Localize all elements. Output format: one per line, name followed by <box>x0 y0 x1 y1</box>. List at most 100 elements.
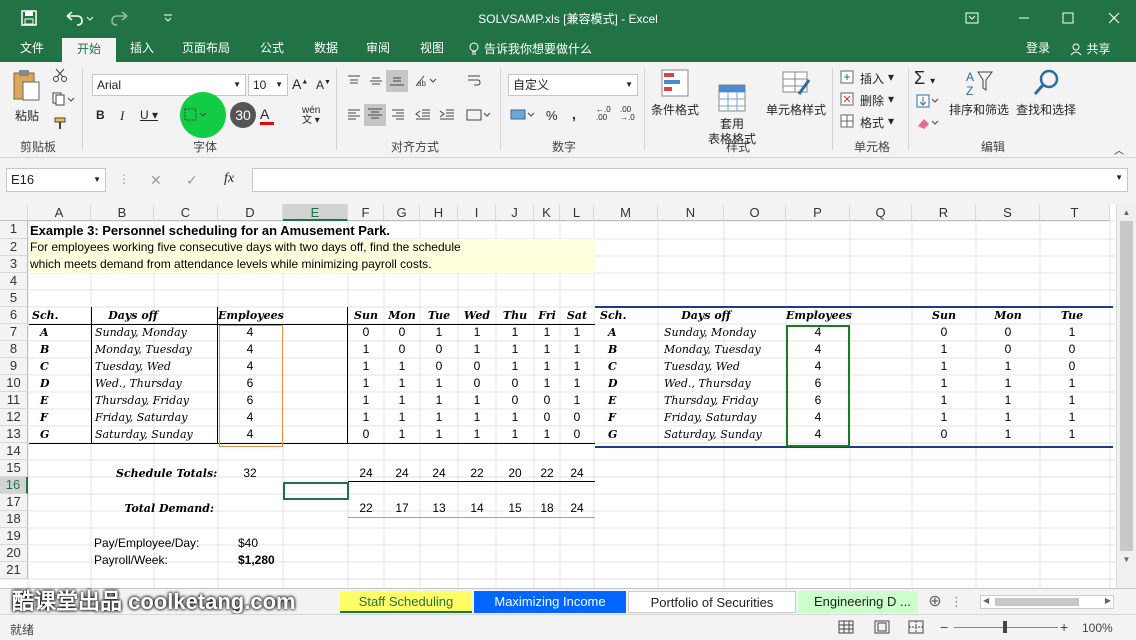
minimize-icon[interactable] <box>1004 0 1044 36</box>
increase-font-icon[interactable]: A▲ <box>292 76 308 92</box>
day-flag-cell[interactable]: 0 <box>496 375 534 392</box>
day-flag-cell[interactable]: 1 <box>534 358 560 375</box>
page-layout-view-icon[interactable] <box>874 620 890 637</box>
tab-home[interactable]: 开始 <box>62 38 116 62</box>
right-day-flag-cell[interactable]: 1 <box>1040 409 1104 426</box>
total-demand-cell[interactable]: 18 <box>534 500 560 517</box>
right-day-flag-cell[interactable]: 1 <box>1040 392 1104 409</box>
day-flag-cell[interactable]: 1 <box>420 409 458 426</box>
vertical-scrollbar[interactable]: ▲ ▼ <box>1116 204 1136 588</box>
day-flag-cell[interactable]: 1 <box>348 341 384 358</box>
zoom-level[interactable]: 100% <box>1082 621 1113 635</box>
find-select-button[interactable]: 查找和选择 <box>1014 68 1078 118</box>
day-flag-cell[interactable]: 1 <box>458 409 496 426</box>
column-header-s[interactable]: S <box>976 204 1040 221</box>
day-flag-cell[interactable]: 0 <box>496 392 534 409</box>
share-button[interactable]: 共享 <box>1062 36 1118 62</box>
right-day-flag-cell[interactable]: 1 <box>912 341 976 358</box>
day-flag-cell[interactable]: 1 <box>458 426 496 443</box>
increase-indent-icon[interactable] <box>438 108 456 125</box>
row-header-12[interactable]: 12 <box>0 409 28 426</box>
right-day-flag-cell[interactable]: 1 <box>912 392 976 409</box>
total-demand-cell[interactable]: 24 <box>560 500 594 517</box>
close-icon[interactable] <box>1094 0 1134 36</box>
right-day-flag-cell[interactable]: 1 <box>976 358 1040 375</box>
row-header-7[interactable]: 7 <box>0 324 28 341</box>
day-flag-cell[interactable]: 1 <box>348 358 384 375</box>
column-header-o[interactable]: O <box>724 204 786 221</box>
day-flag-cell[interactable]: 1 <box>534 426 560 443</box>
right-day-flag-cell[interactable]: 0 <box>976 341 1040 358</box>
day-flag-cell[interactable]: 1 <box>384 358 420 375</box>
zoom-slider-thumb[interactable] <box>1003 621 1007 633</box>
column-header-a[interactable]: A <box>28 204 91 221</box>
column-header-f[interactable]: F <box>348 204 384 221</box>
day-flag-cell[interactable]: 0 <box>348 426 384 443</box>
zoom-in-icon[interactable]: + <box>1060 619 1068 635</box>
cell-styles-button[interactable]: 单元格样式 <box>764 68 828 118</box>
row-header-17[interactable]: 17 <box>0 494 28 511</box>
column-header-k[interactable]: K <box>534 204 560 221</box>
percent-button[interactable]: % <box>546 108 558 123</box>
total-demand-cell[interactable]: 22 <box>348 500 384 517</box>
day-flag-cell[interactable]: 0 <box>560 426 594 443</box>
schedule-total-cell[interactable]: 22 <box>458 465 496 482</box>
row-header-6[interactable]: 6 <box>0 307 28 324</box>
phonetic-icon[interactable]: wén 文 ▾ <box>302 106 320 126</box>
day-flag-cell[interactable]: 0 <box>458 375 496 392</box>
row-header-13[interactable]: 13 <box>0 426 28 443</box>
column-header-c[interactable]: C <box>154 204 218 221</box>
right-day-flag-cell[interactable]: 1 <box>1040 426 1104 443</box>
right-day-flag-cell[interactable]: 0 <box>912 426 976 443</box>
day-flag-cell[interactable]: 0 <box>348 324 384 341</box>
row-header-15[interactable]: 15 <box>0 460 28 477</box>
day-flag-cell[interactable]: 0 <box>458 358 496 375</box>
insert-cells-button[interactable]: 插入 ▾ <box>840 70 894 87</box>
right-day-flag-cell[interactable]: 1 <box>976 375 1040 392</box>
row-header-14[interactable]: 14 <box>0 443 28 460</box>
total-demand-cell[interactable]: 15 <box>496 500 534 517</box>
comma-button[interactable]: , <box>572 106 576 122</box>
font-name-select[interactable]: Arial ▼ <box>92 74 246 96</box>
page-break-view-icon[interactable] <box>908 620 924 637</box>
scroll-left-icon[interactable]: ◀ <box>983 596 989 605</box>
column-header-q[interactable]: Q <box>850 204 912 221</box>
day-flag-cell[interactable]: 1 <box>560 358 594 375</box>
sheet-tab-maximizing-income[interactable]: Maximizing Income <box>474 591 626 613</box>
sort-filter-button[interactable]: AZ 排序和筛选 <box>946 68 1012 118</box>
decrease-indent-icon[interactable] <box>414 108 432 125</box>
day-flag-cell[interactable]: 1 <box>560 341 594 358</box>
zoom-out-icon[interactable]: − <box>940 619 948 635</box>
column-header-n[interactable]: N <box>658 204 724 221</box>
day-flag-cell[interactable]: 1 <box>496 324 534 341</box>
align-center-icon[interactable] <box>364 104 386 126</box>
insert-function-icon[interactable]: fx <box>224 171 234 187</box>
conditional-format-button[interactable]: 条件格式 <box>650 68 700 118</box>
cut-icon[interactable] <box>52 68 68 85</box>
column-header-d[interactable]: D <box>218 204 283 221</box>
format-painter-icon[interactable] <box>52 116 68 133</box>
right-day-flag-cell[interactable]: 1 <box>976 409 1040 426</box>
row-header-16[interactable]: 16 <box>0 477 28 494</box>
add-sheet-icon[interactable]: ⊕ <box>924 591 946 613</box>
align-middle-icon[interactable] <box>368 74 384 91</box>
day-flag-cell[interactable]: 1 <box>496 426 534 443</box>
paste-button[interactable]: 粘贴 <box>10 68 44 128</box>
day-flag-cell[interactable]: 0 <box>420 358 458 375</box>
day-flag-cell[interactable]: 1 <box>560 324 594 341</box>
worksheet-grid[interactable]: ABCDEFGHIJKLMNOPQRST 1 2 3 4 5 6 7 8 9 10 11 12 13 14… <box>0 204 1136 588</box>
day-flag-cell[interactable]: 1 <box>534 324 560 341</box>
align-bottom-icon[interactable] <box>386 70 408 92</box>
schedule-total-cell[interactable]: 20 <box>496 465 534 482</box>
day-flag-cell[interactable]: 1 <box>348 392 384 409</box>
number-format-select[interactable]: 自定义 ▼ <box>508 74 638 96</box>
sheet-tab-engineering[interactable]: Engineering D ... <box>798 591 918 613</box>
column-header-p[interactable]: P <box>786 204 850 221</box>
tab-view[interactable]: 视图 <box>410 36 454 62</box>
tab-data[interactable]: 数据 <box>304 36 348 62</box>
day-flag-cell[interactable]: 1 <box>458 392 496 409</box>
formula-input[interactable]: ▼ <box>252 168 1128 192</box>
sheet-tab-staff-scheduling[interactable]: Staff Scheduling <box>340 591 472 613</box>
day-flag-cell[interactable]: 1 <box>420 392 458 409</box>
right-day-flag-cell[interactable]: 0 <box>1040 341 1104 358</box>
